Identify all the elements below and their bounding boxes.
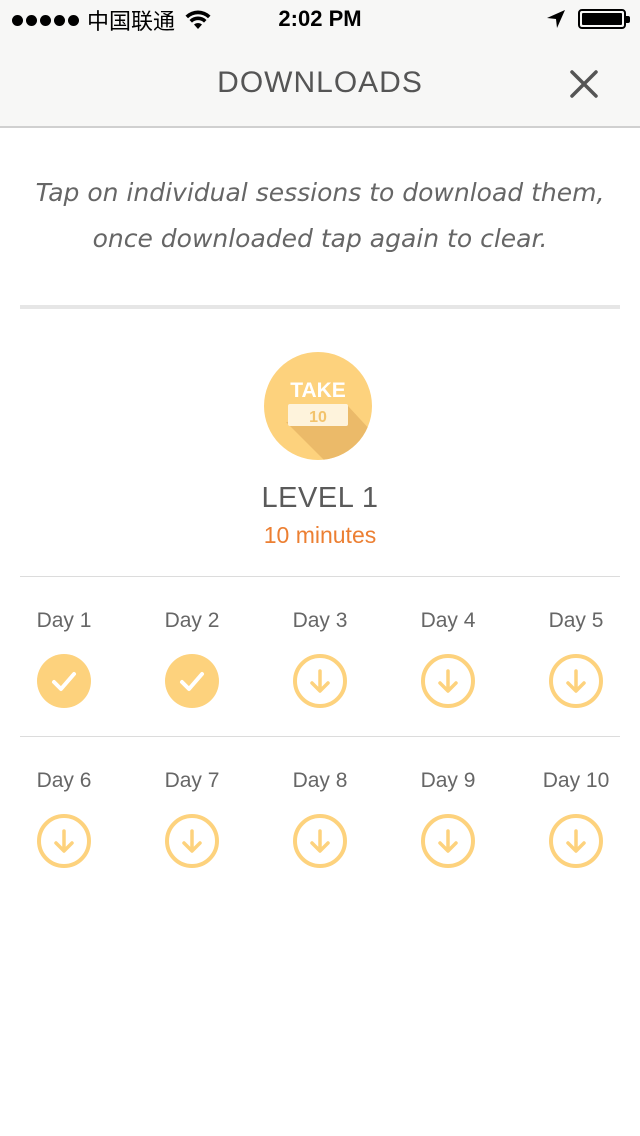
take10-badge-icon: TAKE 10 <box>264 352 372 460</box>
download-icon <box>421 814 475 868</box>
level-divider <box>20 576 620 577</box>
day-item-8[interactable]: Day 8 <box>270 769 370 869</box>
day-label: Day 6 <box>36 769 92 792</box>
close-button[interactable] <box>564 64 604 104</box>
day-item-2[interactable]: Day 2 <box>142 609 242 709</box>
nav-header: DOWNLOADS <box>0 40 640 128</box>
day-item-4[interactable]: Day 4 <box>398 609 498 709</box>
level-title: LEVEL 1 <box>261 482 379 514</box>
day-label: Day 4 <box>420 609 476 632</box>
day-label: Day 8 <box>292 769 348 792</box>
status-bar: 中国联通 2:02 PM <box>0 0 640 40</box>
check-icon <box>37 654 91 708</box>
download-icon <box>421 654 475 708</box>
badge-text-take: TAKE <box>290 379 346 402</box>
close-icon <box>570 70 598 98</box>
day-label: Day 9 <box>420 769 476 792</box>
location-arrow-icon <box>547 10 565 28</box>
level-duration: 10 minutes <box>263 522 377 548</box>
download-icon <box>293 814 347 868</box>
day-item-7[interactable]: Day 7 <box>142 769 242 869</box>
day-label: Day 3 <box>292 609 348 632</box>
download-icon <box>37 814 91 868</box>
day-item-1[interactable]: Day 1 <box>14 609 114 709</box>
instructions-line-2: once downloaded tap again to clear. <box>92 224 548 253</box>
section-divider <box>20 305 620 309</box>
day-item-5[interactable]: Day 5 <box>526 609 626 709</box>
badge-text-10: 10 <box>309 409 327 426</box>
day-item-10[interactable]: Day 10 <box>526 769 626 869</box>
day-item-3[interactable]: Day 3 <box>270 609 370 709</box>
instructions-line-1: Tap on individual sessions to download t… <box>35 178 605 207</box>
day-label: Day 7 <box>164 769 220 792</box>
check-icon <box>165 654 219 708</box>
instructions-text: Tap on individual sessions to download t… <box>30 170 610 262</box>
status-bar-time: 2:02 PM <box>278 6 362 31</box>
day-label: Day 5 <box>548 609 604 632</box>
battery-icon <box>578 9 630 29</box>
day-label: Day 1 <box>36 609 92 632</box>
day-item-6[interactable]: Day 6 <box>14 769 114 869</box>
day-item-9[interactable]: Day 9 <box>398 769 498 869</box>
download-icon <box>549 654 603 708</box>
download-icon <box>293 654 347 708</box>
day-label: Day 10 <box>542 769 610 792</box>
download-icon <box>165 814 219 868</box>
day-label: Day 2 <box>164 609 220 632</box>
row-divider <box>20 736 620 737</box>
download-icon <box>549 814 603 868</box>
page-title: DOWNLOADS <box>217 66 423 99</box>
status-bar-right <box>546 9 630 29</box>
